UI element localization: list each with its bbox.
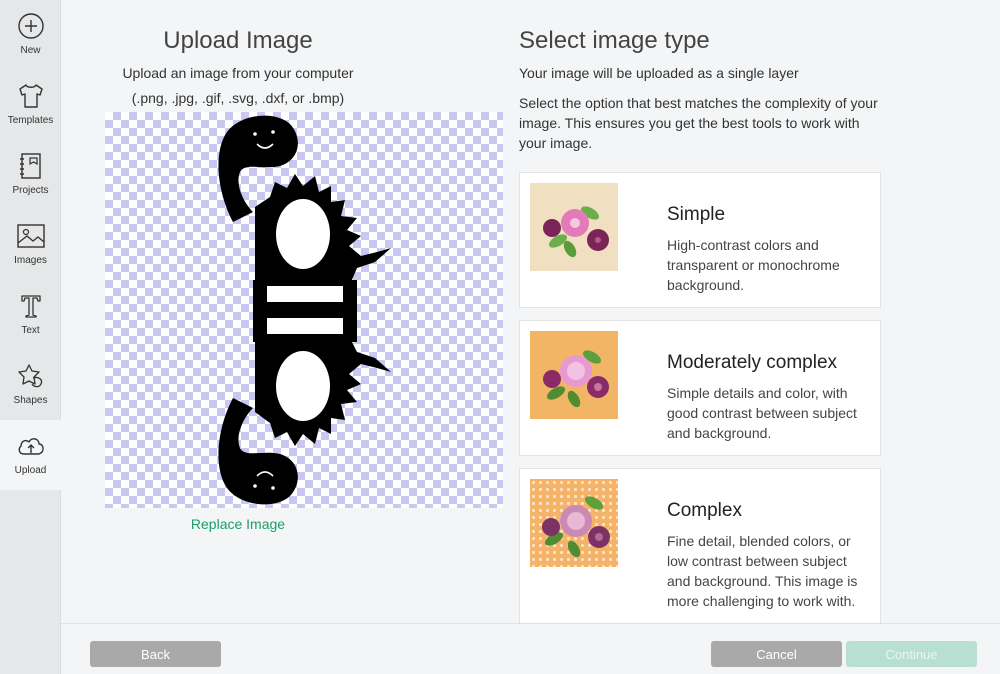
sidebar-item-upload[interactable]: Upload [0,420,61,490]
option-description: Simple details and color, with good cont… [667,385,857,441]
option-title: Complex [667,500,742,521]
text-icon [16,291,46,321]
select-type-description: Select the option that best matches the … [519,95,878,151]
plus-circle-icon [16,11,46,41]
sidebar: New Templates Projects Images Text Shape… [0,0,61,674]
tshirt-icon [16,81,46,111]
sidebar-item-new[interactable]: New [0,0,61,70]
sidebar-item-label: Upload [14,465,47,476]
option-card-complex[interactable]: Complex Fine detail, blended colors, or … [519,468,881,628]
image-preview [105,112,503,508]
option-description: Fine detail, blended colors, or low cont… [667,533,858,609]
complex-thumbnail [530,479,618,567]
option-card-simple[interactable]: Simple High-contrast colors and transpar… [519,172,881,308]
sidebar-item-label: Projects [12,185,49,196]
upload-title: Upload Image [163,27,313,54]
uploaded-dinosaur-image [218,115,391,505]
sidebar-item-templates[interactable]: Templates [0,70,61,140]
cloud-upload-icon [16,431,46,461]
sidebar-item-images[interactable]: Images [0,210,61,280]
moderately-complex-thumbnail [530,331,618,419]
sidebar-item-label: Text [21,325,40,336]
option-description: High-contrast colors and transparent or … [667,237,840,293]
option-title: Simple [667,204,726,225]
sidebar-item-text[interactable]: Text [0,280,61,350]
option-card-moderately-complex[interactable]: Moderately complex Simple details and co… [519,320,881,456]
simple-thumbnail [530,183,618,271]
notebook-icon [16,151,46,181]
upload-subtitle: Upload an image from your computer [122,65,354,81]
upload-formats: (.png, .jpg, .gif, .svg, .dxf, or .bmp) [131,90,345,106]
option-title: Moderately complex [667,352,838,373]
replace-image-link[interactable]: Replace Image [105,516,371,532]
sidebar-item-label: Shapes [13,395,48,406]
sidebar-item-projects[interactable]: Projects [0,140,61,210]
continue-button[interactable]: Continue [846,641,977,667]
sidebar-item-label: Templates [7,115,54,126]
select-type-subtitle: Your image will be uploaded as a single … [519,65,799,81]
sidebar-item-label: New [20,45,41,56]
sidebar-item-shapes[interactable]: Shapes [0,350,61,420]
sidebar-item-label: Images [14,255,47,266]
select-type-title: Select image type [519,27,710,54]
cancel-button[interactable]: Cancel [711,641,842,667]
back-button[interactable]: Back [90,641,221,667]
image-icon [16,221,46,251]
shapes-icon [16,361,46,391]
